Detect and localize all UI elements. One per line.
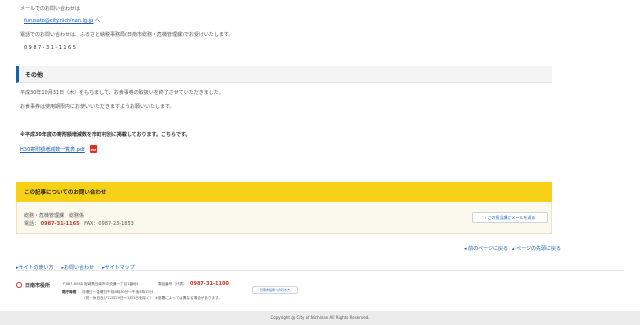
phone-inquiry-label: 電話でのお問い合わせは、ふるさと納税事務局(日南市総務・危機管理課)でお受けいた…	[20, 32, 234, 38]
footer-rep-phone: 0987-31-1100	[190, 281, 229, 287]
mail-department-button-label: この担当課にメールを送る	[487, 214, 536, 220]
footer-hours-line-2: （祝・休日及び12月29日～1月3日を除く） ※部署によっては異なる場合がありま…	[82, 296, 222, 300]
mail-inquiry-label: メールでのお問い合わせは	[20, 6, 81, 12]
pdf-icon: PDF	[90, 145, 97, 153]
page-top-link-wrap[interactable]: ▴ ページの先頭に戻る	[512, 245, 561, 252]
page-top-link[interactable]: ページの先頭に戻る	[516, 246, 561, 252]
city-logo-icon	[16, 282, 22, 288]
pdf-icon-text: PDF	[90, 149, 97, 152]
copyright: Copyright @ City of Nichinan All Rights …	[270, 315, 370, 320]
contact-heading-bar: この記事についてのお問い合わせ	[16, 182, 552, 202]
contact-department: 総務・危機管理課 総務係	[24, 213, 85, 219]
sonota-heading: その他	[25, 72, 44, 79]
contact-phone-row: 電話： 0987-31-1165 FAX：0987-23-1853	[24, 220, 134, 227]
footer-rep-phone-label: 電話番号（代表）	[158, 282, 187, 286]
donation-notice: ※平成30年度の寄附額増減数を市町村別に掲載しております。こちらです。	[20, 132, 191, 138]
phone-number: 0987-31-1165	[24, 45, 78, 51]
access-route-button[interactable]: 日南市役所への行き方	[252, 286, 298, 294]
contact-tel-label: 電話：	[24, 221, 40, 227]
triangle-left-icon: ◂	[464, 246, 467, 252]
mail-department-button[interactable]: › この担当課にメールを送る	[472, 212, 548, 223]
prev-page-link-wrap[interactable]: ◂ 前のページに戻る	[464, 245, 508, 252]
prev-page-link[interactable]: 前のページに戻る	[468, 246, 508, 252]
footer-hours-label: 開庁時間	[62, 290, 77, 294]
city-name: 日南市役所	[25, 283, 51, 289]
sonota-paragraph-2: お食事券は使用期限内にお使いいただきますようお願いいたします。	[20, 104, 175, 110]
contact-heading: この記事についてのお問い合わせ	[24, 190, 107, 196]
sonota-paragraph-1: 平成30年10月31日（木）をもちまして、お食事券の取扱いを終了させていただきま…	[20, 90, 224, 96]
contact-tel: 0987-31-1165	[40, 221, 80, 227]
contact-fax: FAX：0987-23-1853	[84, 221, 134, 227]
sonota-heading-bar: その他	[16, 66, 552, 83]
access-route-button-label: 日南市役所への行き方	[259, 288, 290, 292]
mail-address-link[interactable]: furusato@city.nichinan.lg.jp	[24, 18, 93, 24]
footer-divider	[16, 270, 624, 271]
footer-hours-line-1: 月曜日～金曜日午前8時30分～午後5時15分	[82, 290, 154, 294]
pdf-download-link[interactable]: H30寄附額増減数一覧表.pdf	[20, 146, 85, 153]
triangle-up-icon: ▴	[512, 246, 515, 252]
mail-address-suffix: へ	[94, 18, 100, 24]
mail-address-row: furusato@city.nichinan.lg.jp へ	[24, 17, 100, 24]
footer-address: 〒887-8585 宮崎県日南市中央通一丁目1番地1	[62, 282, 139, 286]
